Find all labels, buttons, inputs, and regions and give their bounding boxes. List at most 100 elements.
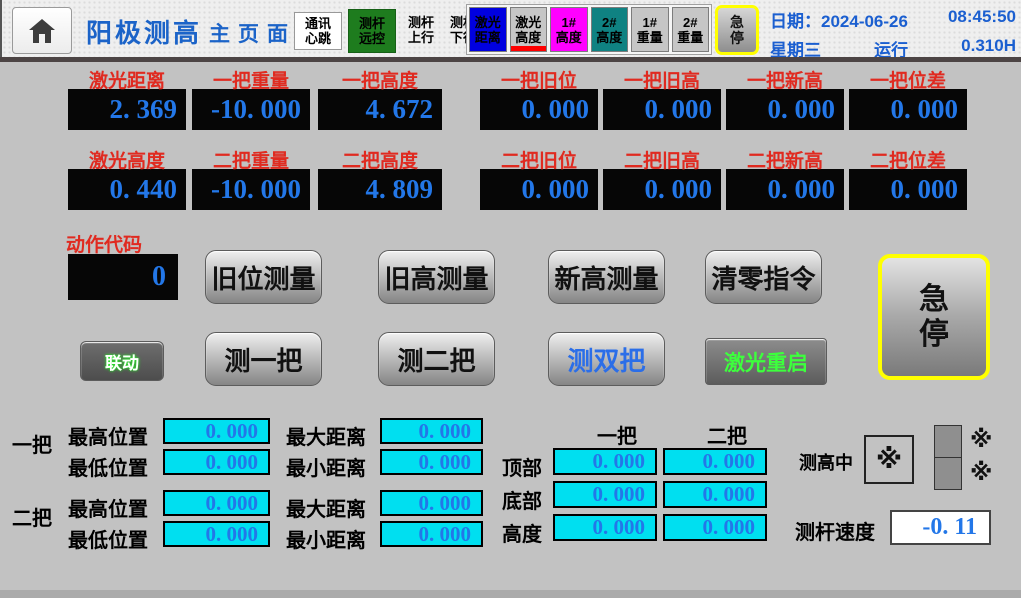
top-bar: 阳极测高 主页面 通讯 心跳 测杆 远控 测杆 上行 测杆 下行 激光 距离 激… <box>0 0 1021 58</box>
linkage-button[interactable]: 联动 <box>80 341 164 381</box>
indicator-text: 测杆 <box>359 16 385 31</box>
reference-mark-icon: ※ <box>970 426 992 453</box>
bottom-strip <box>0 590 1021 598</box>
indicator-rod-remote: 测杆 远控 <box>348 9 396 53</box>
signal-text: 激光 <box>515 15 541 30</box>
signal-text: 重量 <box>637 30 663 45</box>
readout-claw2-old-pos: 二把旧位 0. 000 <box>480 146 598 210</box>
signal-text: 重量 <box>677 30 703 45</box>
readout-label: 一把新高 <box>726 66 844 87</box>
estop-button[interactable]: 急 停 <box>878 254 990 380</box>
group2-label: 二把 <box>12 502 52 531</box>
estop-indicator-text: 停 <box>730 30 744 46</box>
indicator-comm-heartbeat: 通讯 心跳 <box>294 12 342 50</box>
readout-claw1-old-pos: 一把旧位 0. 000 <box>480 66 598 130</box>
estop-button-text: 停 <box>919 317 949 352</box>
readout-label: 激光高度 <box>68 146 186 167</box>
table-height-claw2-value: 0. 000 <box>663 514 767 541</box>
home-button[interactable] <box>12 7 72 54</box>
readout-label: 二把旧高 <box>603 146 721 167</box>
signal-text: 距离 <box>475 30 501 45</box>
estop-indicator: 急 停 <box>715 5 759 55</box>
rod-speed-label: 测杆速度 <box>795 516 875 545</box>
readout-label: 二把位差 <box>849 146 967 167</box>
table-height-claw1-value: 0. 000 <box>553 514 657 541</box>
measuring-label: 测高中 <box>799 449 853 475</box>
indicator-rod-up: 测杆 上行 <box>398 12 444 48</box>
readout-value: -10. 000 <box>192 169 310 210</box>
clear-command-button[interactable]: 清零指令 <box>705 250 822 304</box>
readout-label: 激光距离 <box>68 66 186 87</box>
rod-indicator-cell-down <box>934 457 962 490</box>
signal-text: 高度 <box>556 30 582 45</box>
signal-text: 高度 <box>596 30 622 45</box>
measure-claw1-button[interactable]: 测一把 <box>205 332 322 386</box>
signal-1-height: 1# 高度 <box>550 7 588 52</box>
datetime-block: 日期：2024-06-26 08:45:50 星期三 运行 0.310H <box>770 7 1016 53</box>
readout-claw1-pos-diff: 一把位差 0. 000 <box>849 66 967 130</box>
rod-speed-value: -0. 11 <box>890 510 991 545</box>
indicator-text: 上行 <box>408 30 434 45</box>
readout-value: -10. 000 <box>192 89 310 130</box>
group1-max-pos-value: 0. 000 <box>163 418 270 444</box>
signal-text: 2# <box>683 15 697 30</box>
group2-min-dist-value: 0. 000 <box>380 521 483 547</box>
measure-old-height-button[interactable]: 旧高测量 <box>378 250 495 304</box>
signal-2-weight: 2# 重量 <box>672 7 710 52</box>
estop-button-text: 急 <box>919 282 949 317</box>
topbar-separator <box>0 57 1021 62</box>
table-top-claw2-value: 0. 000 <box>663 448 767 475</box>
readout-claw2-weight: 二把重量 -10. 000 <box>192 146 310 210</box>
readout-value: 0. 000 <box>603 169 721 210</box>
group2-min-pos-value: 0. 000 <box>163 521 270 547</box>
signal-2-height: 2# 高度 <box>591 7 629 52</box>
limit-label-min-pos: 最低位置 <box>68 524 148 553</box>
readout-value: 0. 000 <box>726 169 844 210</box>
action-code-label: 动作代码 <box>66 230 142 257</box>
action-code-value: 0 <box>68 254 178 300</box>
readout-laser-distance: 激光距离 2. 369 <box>68 66 186 130</box>
reference-mark-icon: ※ <box>876 444 902 475</box>
readout-claw1-weight: 一把重量 -10. 000 <box>192 66 310 130</box>
readout-label: 一把位差 <box>849 66 967 87</box>
group1-label: 一把 <box>12 429 52 458</box>
table-bottom-claw2-value: 0. 000 <box>663 481 767 508</box>
signal-laser-distance: 激光 距离 <box>469 7 507 52</box>
group1-min-pos-value: 0. 000 <box>163 449 270 475</box>
measure-both-claws-button[interactable]: 测双把 <box>548 332 665 386</box>
readout-claw2-new-height: 二把新高 0. 000 <box>726 146 844 210</box>
signal-1-weight: 1# 重量 <box>631 7 669 52</box>
signal-laser-height: 激光 高度 <box>510 7 548 52</box>
indicator-text: 测杆 <box>408 15 434 30</box>
table-top-claw1-value: 0. 000 <box>553 448 657 475</box>
signal-text: 高度 <box>515 30 541 45</box>
signal-text: 1# <box>643 15 657 30</box>
page-subtitle: 主页面 <box>209 18 296 48</box>
measure-old-pos-button[interactable]: 旧位测量 <box>205 250 322 304</box>
readout-laser-height: 激光高度 0. 440 <box>68 146 186 210</box>
table-row-label-height: 高度 <box>502 518 542 547</box>
readout-claw2-height: 二把高度 4. 809 <box>318 146 442 210</box>
table-row-label-top: 顶部 <box>502 452 542 481</box>
group1-min-dist-value: 0. 000 <box>380 449 483 475</box>
readout-value: 0. 000 <box>603 89 721 130</box>
readout-label: 二把旧位 <box>480 146 598 167</box>
signal-text: 2# <box>602 15 616 30</box>
limit-label-max-dist: 最大距离 <box>286 421 366 450</box>
measure-claw2-button[interactable]: 测二把 <box>378 332 495 386</box>
limit-label-min-dist: 最小距离 <box>286 452 366 481</box>
rod-indicator-stack <box>934 425 962 490</box>
limit-label-max-pos: 最高位置 <box>68 493 148 522</box>
readout-label: 一把旧高 <box>603 66 721 87</box>
laser-reboot-button[interactable]: 激光重启 <box>705 338 827 385</box>
readout-value: 0. 000 <box>849 169 967 210</box>
readout-claw1-new-height: 一把新高 0. 000 <box>726 66 844 130</box>
indicator-text: 通讯 <box>305 16 331 31</box>
signal-text: 激光 <box>475 15 501 30</box>
limit-label-max-pos: 最高位置 <box>68 421 148 450</box>
measure-new-height-button[interactable]: 新高测量 <box>548 250 665 304</box>
readout-value: 4. 809 <box>318 169 442 210</box>
signal-lamp-panel: 激光 距离 激光 高度 1# 高度 2# 高度 1# 重量 2# <box>466 4 712 55</box>
indicator-text: 远控 <box>359 31 385 46</box>
table-row-label-bottom: 底部 <box>502 485 542 514</box>
